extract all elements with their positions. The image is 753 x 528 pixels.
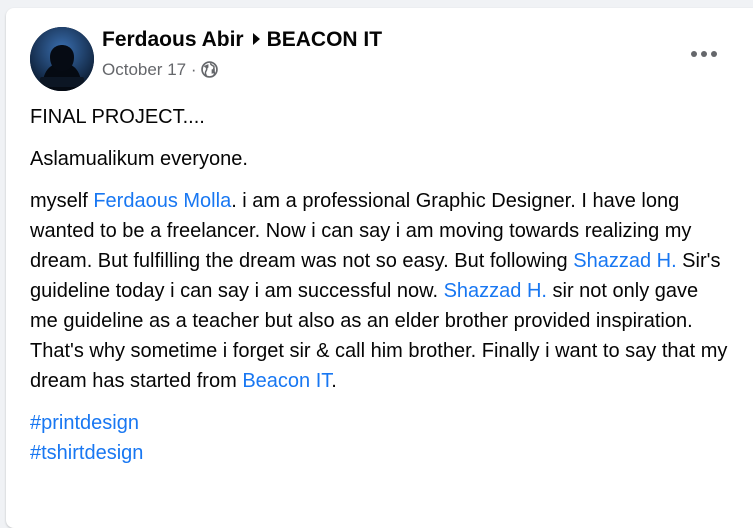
body-text: . <box>331 370 337 392</box>
hashtag-list: #printdesign #tshirtdesign <box>30 408 730 468</box>
avatar[interactable] <box>30 27 94 91</box>
post-title: FINAL PROJECT.... <box>30 106 205 128</box>
arrow-right-icon <box>252 28 261 52</box>
post-greeting: Aslamualikum everyone. <box>30 148 248 170</box>
post-date[interactable]: October 17 <box>102 60 186 79</box>
author-name[interactable]: Ferdaous Abir <box>102 28 244 51</box>
post-meta: October 17 · <box>102 60 218 83</box>
meta-separator: · <box>190 60 197 79</box>
post-body: myself Ferdaous Molla. i am a profession… <box>30 186 730 396</box>
post-content: FINAL PROJECT.... Aslamualikum everyone.… <box>30 102 730 468</box>
post-card: Ferdaous Abir BEACON IT October 17 · FINA… <box>6 8 753 528</box>
more-options-icon[interactable] <box>686 44 722 64</box>
post-header-title: Ferdaous Abir BEACON IT <box>102 28 382 52</box>
group-name[interactable]: BEACON IT <box>267 28 383 51</box>
globe-icon[interactable] <box>200 61 218 83</box>
mention-ferdaous-molla[interactable]: Ferdaous Molla <box>93 190 231 212</box>
mention-beacon-it[interactable]: Beacon IT <box>242 370 331 392</box>
hashtag-printdesign[interactable]: #printdesign <box>30 408 730 438</box>
hashtag-tshirtdesign[interactable]: #tshirtdesign <box>30 438 730 468</box>
body-text: myself <box>30 190 94 212</box>
mention-shazzad-h[interactable]: Shazzad H. <box>573 250 676 272</box>
mention-shazzad-h[interactable]: Shazzad H. <box>444 280 547 302</box>
